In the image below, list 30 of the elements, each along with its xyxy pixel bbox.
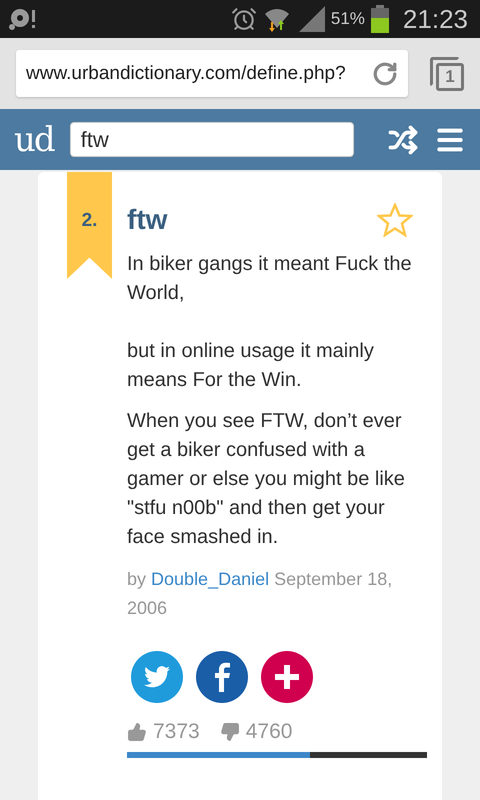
facebook-share-button[interactable] xyxy=(196,651,248,703)
clock-time: 21:23 xyxy=(402,4,468,34)
byline-text: by Double_Daniel September 18, 2006 xyxy=(127,568,394,620)
battery-icon xyxy=(370,5,389,33)
plus-icon xyxy=(275,665,299,689)
upvote-button[interactable]: 7373 xyxy=(127,720,200,744)
rank-number: 2. xyxy=(82,210,98,232)
search-field[interactable]: ftw xyxy=(70,122,354,157)
url-text: www.urbandictionary.com/define.php? xyxy=(26,62,347,84)
site-logo[interactable]: ud xyxy=(14,120,54,160)
letter-f-icon xyxy=(214,662,230,692)
downvote-button[interactable]: 4760 xyxy=(220,720,292,744)
thumbs-up-icon xyxy=(127,722,147,742)
bird-icon xyxy=(144,666,170,688)
shuffle-icon[interactable] xyxy=(388,124,418,154)
signal-icon xyxy=(296,6,325,32)
word-title[interactable]: ftw xyxy=(127,204,168,236)
plus-share-button[interactable] xyxy=(261,651,313,703)
tab-count-button[interactable]: 1 xyxy=(436,62,464,90)
star-icon[interactable] xyxy=(377,203,413,237)
meaning-text: In biker gangs it meant Fuck the World, but in online usage it mainly means For the Win. xyxy=(127,252,413,393)
wifi-icon xyxy=(262,6,291,32)
author-link[interactable]: Double_Daniel xyxy=(151,569,270,589)
example-text: When you see FTW, don’t ever get a biker confused with a gamer or else you might be like "stfu n00b" and then get your face smashed in. xyxy=(127,409,406,550)
battery-percent: 51% xyxy=(330,9,365,29)
address-bar[interactable]: www.urbandictionary.com/define.php? xyxy=(16,50,408,97)
twitter-share-button[interactable] xyxy=(131,651,183,703)
alarm-icon xyxy=(230,6,257,32)
reload-icon[interactable] xyxy=(372,60,398,86)
thumbs-down-icon xyxy=(220,722,240,742)
